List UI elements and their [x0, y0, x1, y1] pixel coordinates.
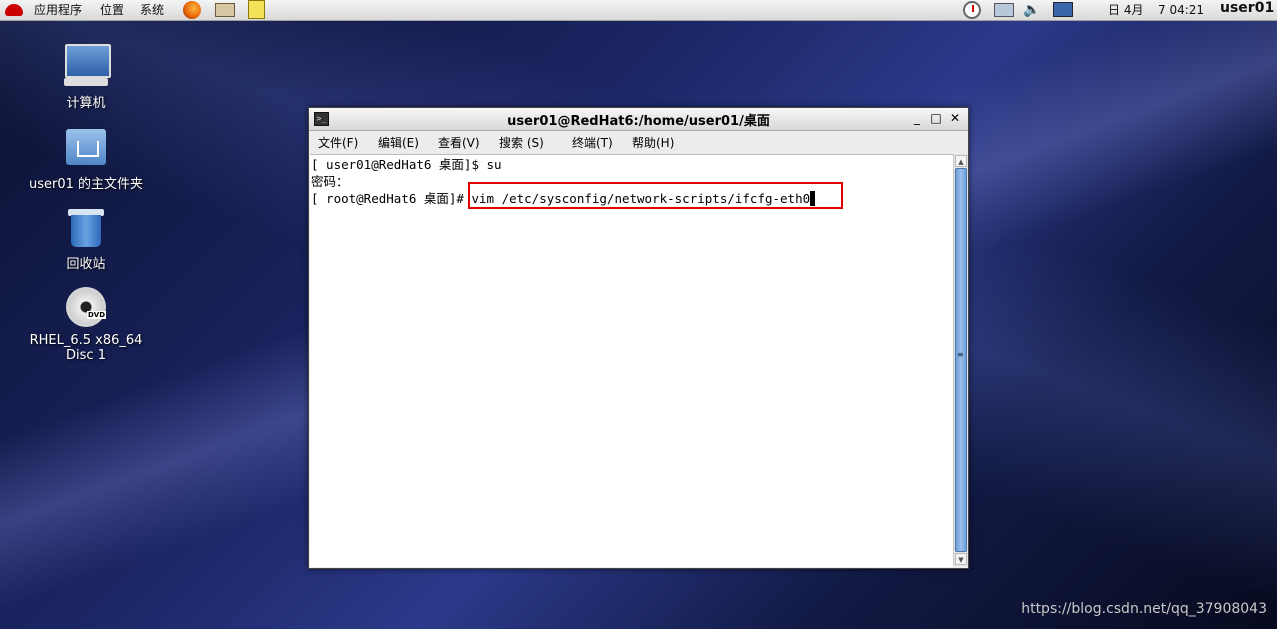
firefox-icon[interactable]	[182, 0, 202, 19]
scroll-grip-icon: ≡	[957, 350, 964, 359]
volume-icon[interactable]: 🔈	[1022, 0, 1042, 19]
date-label[interactable]: 日 4月	[1108, 2, 1143, 18]
desktop-icon-label: Disc 1	[66, 348, 106, 363]
notes-icon[interactable]	[246, 0, 266, 19]
redhat-logo-icon[interactable]	[4, 0, 24, 19]
terminal-output[interactable]: [ user01@RedHat6 桌面]$ su 密码： [ root@RedH…	[310, 154, 953, 567]
computer-icon	[62, 42, 111, 90]
menu-file[interactable]: 文件(F)	[318, 134, 358, 151]
menu-system[interactable]: 系统	[140, 2, 164, 18]
terminal-window: >_ user01@RedHat6:/home/user01/桌面 _ □ ✕ …	[308, 107, 969, 569]
terminal-line: 密码：	[311, 174, 349, 189]
scroll-down-icon[interactable]: ▼	[955, 553, 967, 565]
desktop-icon-label: RHEL_6.5 x86_64	[29, 333, 143, 348]
menu-view[interactable]: 查看(V)	[438, 134, 480, 151]
menu-places[interactable]: 位置	[100, 2, 124, 18]
menu-search[interactable]: 搜索 (S)	[499, 134, 544, 151]
desktop-icon-home-folder[interactable]: user01 的主文件夹	[26, 123, 146, 192]
terminal-prompt: [ root@RedHat6 桌面]#	[311, 191, 472, 206]
menu-edit[interactable]: 编辑(E)	[378, 134, 419, 151]
close-button[interactable]: ✕	[947, 110, 963, 126]
desktop-icon-computer[interactable]: 计算机	[26, 42, 146, 111]
window-title: user01@RedHat6:/home/user01/桌面	[507, 114, 770, 129]
trash-icon	[62, 203, 110, 251]
desktop-icon-label: 回收站	[66, 257, 106, 272]
desktop-icon-dvd[interactable]: DVD RHEL_6.5 x86_64 Disc 1	[26, 283, 146, 363]
highlight-annotation	[468, 182, 843, 209]
menu-help[interactable]: 帮助(H)	[632, 134, 674, 151]
clock-applet-icon[interactable]	[962, 0, 982, 19]
desktop-icon-label: 计算机	[66, 96, 106, 111]
terminal-scrollbar[interactable]: ▲ ≡ ▼	[953, 154, 968, 566]
maximize-button[interactable]: □	[928, 110, 944, 126]
time-label[interactable]: 7 04:21	[1158, 2, 1204, 18]
top-panel: 应用程序 位置 系统 🔈 日 4月 7 04:21 user01	[0, 0, 1277, 21]
window-menubar: 文件(F) 编辑(E) 查看(V) 搜索 (S) 终端(T) 帮助(H)	[309, 131, 968, 153]
terminal-line: [ user01@RedHat6 桌面]$ su	[311, 157, 502, 172]
desktop-icon-label: user01 的主文件夹	[28, 177, 144, 192]
network-icon[interactable]	[994, 0, 1014, 19]
watermark-text: https://blog.csdn.net/qq_37908043	[1021, 601, 1267, 617]
menu-terminal[interactable]: 终端(T)	[572, 134, 613, 151]
mail-client-icon[interactable]	[215, 0, 235, 19]
window-titlebar[interactable]: >_ user01@RedHat6:/home/user01/桌面 _ □ ✕	[309, 108, 968, 131]
display-icon[interactable]	[1053, 0, 1073, 19]
scroll-up-icon[interactable]: ▲	[955, 155, 967, 167]
user-menu[interactable]: user01	[1220, 0, 1274, 16]
desktop-icon-trash[interactable]: 回收站	[26, 203, 146, 272]
scrollbar-thumb[interactable]	[955, 168, 967, 552]
minimize-button[interactable]: _	[909, 110, 925, 126]
home-folder-icon	[62, 123, 110, 171]
menu-applications[interactable]: 应用程序	[34, 2, 82, 18]
dvd-icon: DVD	[62, 283, 110, 331]
